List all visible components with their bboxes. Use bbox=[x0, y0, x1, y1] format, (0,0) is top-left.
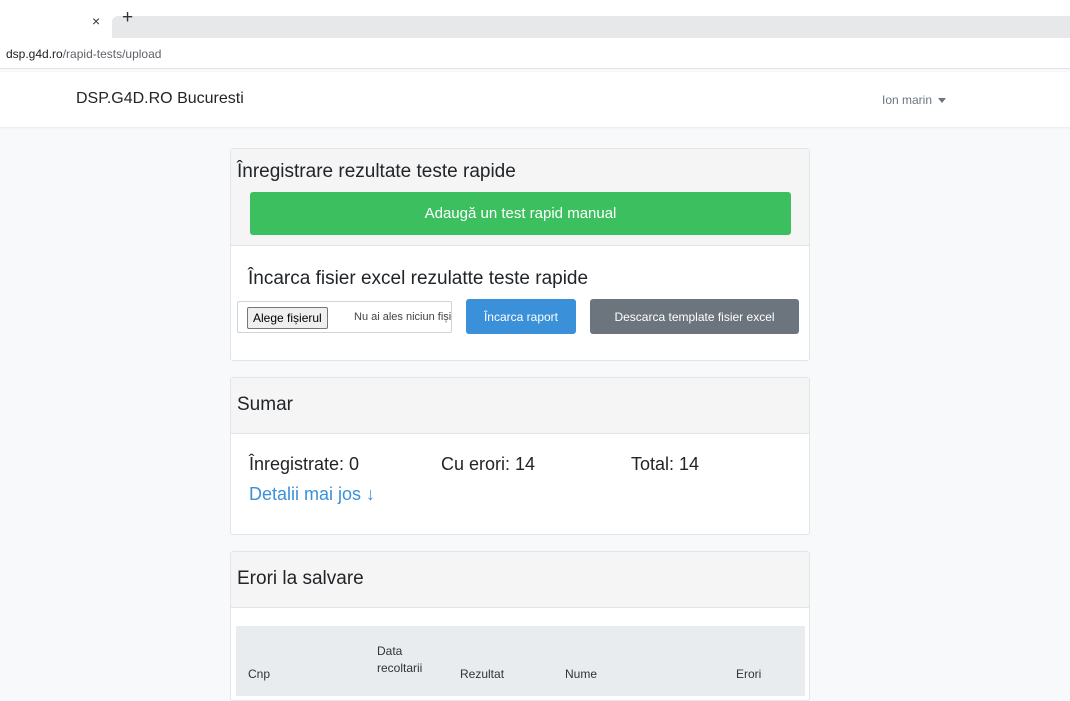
url-host: dsp.g4d.ro bbox=[6, 47, 63, 61]
caret-down-icon bbox=[938, 98, 947, 104]
column-header-date-line2: recoltarii bbox=[377, 661, 423, 675]
top-navbar: DSP.G4D.RO Bucuresti Ion marin bbox=[0, 72, 1070, 127]
save-errors-card-title: Erori la salvare bbox=[237, 568, 364, 589]
tab-bar bbox=[112, 16, 1070, 38]
upload-card-title: Înregistrare rezultate teste rapide bbox=[237, 161, 516, 182]
upload-card: Înregistrare rezultate teste rapide Adau… bbox=[230, 148, 810, 361]
new-tab-icon[interactable]: + bbox=[122, 8, 133, 28]
column-header-name[interactable]: Nume bbox=[565, 666, 597, 683]
brand-link[interactable]: DSP.G4D.RO Bucuresti bbox=[76, 90, 244, 108]
upload-report-button[interactable]: Încarca raport bbox=[466, 299, 576, 334]
user-menu-dropdown[interactable]: Ion marin bbox=[882, 93, 947, 107]
registered-count: Înregistrate: 0 bbox=[249, 454, 360, 474]
total-count: Total: 14 bbox=[631, 454, 700, 474]
save-errors-card-header: Erori la salvare bbox=[231, 552, 809, 608]
save-errors-card: Erori la salvare Cnp Data recoltarii Rezu… bbox=[230, 551, 810, 701]
browser-tabstrip: × + bbox=[0, 0, 1070, 40]
errors-table-header: Cnp Data recoltarii Rezultat Nume Erori bbox=[236, 626, 805, 696]
download-template-button[interactable]: Descarca template fisier excel bbox=[590, 299, 799, 334]
file-input[interactable]: Alege fișierul Nu ai ales niciun fișier bbox=[237, 301, 452, 333]
summary-card-header: Sumar bbox=[231, 378, 809, 434]
address-bar[interactable]: dsp.g4d.ro/rapid-tests/upload bbox=[0, 40, 1070, 69]
excel-upload-title: Încarca fisier excel rezulatte teste rap… bbox=[248, 268, 589, 289]
url-path: /rapid-tests/upload bbox=[62, 47, 162, 61]
summary-card: Sumar Înregistrate: 0 Cu erori: 14 Total… bbox=[230, 377, 810, 535]
url-text[interactable]: dsp.g4d.ro/rapid-tests/upload bbox=[6, 47, 161, 61]
column-header-cnp[interactable]: Cnp bbox=[248, 666, 270, 683]
close-tab-icon[interactable]: × bbox=[92, 12, 100, 30]
file-status-text: Nu ai ales niciun fișier bbox=[354, 311, 452, 323]
column-header-result[interactable]: Rezultat bbox=[460, 666, 504, 683]
details-below-link[interactable]: Detalii mai jos ↓ bbox=[249, 484, 375, 505]
user-name: Ion marin bbox=[882, 93, 933, 107]
column-header-collection-date[interactable]: Data recoltarii bbox=[377, 643, 422, 677]
choose-file-button[interactable]: Alege fișierul bbox=[247, 307, 328, 329]
summary-card-title: Sumar bbox=[237, 394, 293, 415]
column-header-errors[interactable]: Erori bbox=[736, 666, 761, 683]
add-manual-test-button[interactable]: Adaugă un test rapid manual bbox=[250, 192, 791, 235]
column-header-date-line1: Data bbox=[377, 644, 403, 658]
upload-card-header: Înregistrare rezultate teste rapide Adau… bbox=[231, 149, 809, 246]
errors-count: Cu erori: 14 bbox=[441, 454, 536, 474]
